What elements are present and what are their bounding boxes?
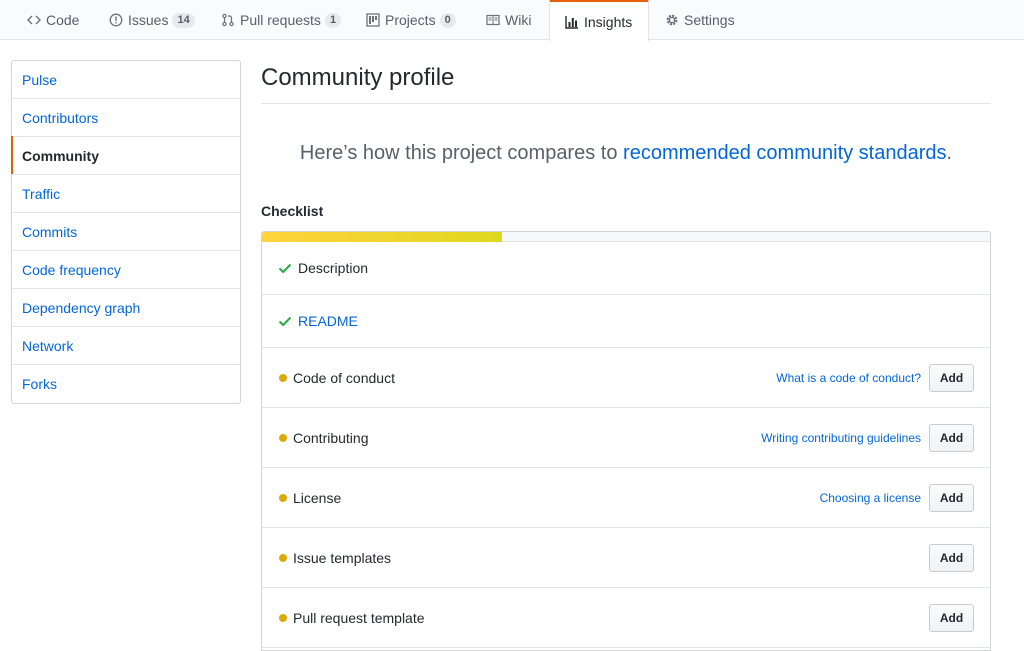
community-lead: Here’s how this project compares to reco… xyxy=(261,142,991,165)
projects-count-badge: 0 xyxy=(439,12,456,28)
tab-label: Settings xyxy=(684,12,735,28)
pending-dot-icon xyxy=(279,493,287,502)
checklist-item-label: License xyxy=(293,489,342,506)
menu-item-traffic[interactable]: Traffic xyxy=(12,175,240,213)
checklist-progress-fill xyxy=(262,232,503,242)
license-help-link[interactable]: Choosing a license xyxy=(820,491,921,505)
checklist-row-description: Description xyxy=(262,242,990,295)
code-icon xyxy=(27,13,41,27)
menu-item-network[interactable]: Network xyxy=(12,327,240,365)
add-code-of-conduct-button[interactable]: Add xyxy=(929,363,974,392)
menu-item-dependency-graph[interactable]: Dependency graph xyxy=(12,289,240,327)
checklist-item-label: Contributing xyxy=(293,429,369,446)
checklist: Description README Code of conduct What … xyxy=(261,231,991,651)
checklist-item-label: Code of conduct xyxy=(293,369,395,386)
checklist-item-label: Description xyxy=(298,260,369,276)
checklist-item-label: Issue templates xyxy=(293,549,392,566)
pull-requests-count-badge: 1 xyxy=(324,12,342,28)
tab-label: Insights xyxy=(584,13,633,30)
checklist-row-code-of-conduct: Code of conduct What is a code of conduc… xyxy=(262,348,990,408)
lead-period: . xyxy=(946,142,953,164)
menu-item-pulse[interactable]: Pulse xyxy=(12,61,240,99)
pull-request-icon xyxy=(221,13,235,27)
title-divider xyxy=(261,103,991,104)
issue-icon xyxy=(109,13,123,27)
pending-dot-icon xyxy=(279,613,287,622)
tab-code[interactable]: Code xyxy=(27,0,79,40)
menu-item-contributors[interactable]: Contributors xyxy=(12,99,240,137)
code-of-conduct-help-link[interactable]: What is a code of conduct? xyxy=(776,371,921,385)
tab-label: Projects xyxy=(385,12,436,28)
tab-label: Code xyxy=(46,12,80,28)
checklist-row-license: License Choosing a license Add xyxy=(262,468,990,528)
add-issue-templates-button[interactable]: Add xyxy=(929,543,974,572)
checklist-progress-bar xyxy=(262,232,990,242)
menu-item-forks[interactable]: Forks xyxy=(12,365,240,403)
checklist-row-contributing: Contributing Writing contributing guidel… xyxy=(262,408,990,468)
tab-label: Wiki xyxy=(505,12,532,28)
insights-menu: Pulse Contributors Community Traffic Com… xyxy=(11,60,241,404)
tab-issues[interactable]: Issues 14 xyxy=(109,0,195,40)
menu-item-code-frequency[interactable]: Code frequency xyxy=(12,251,240,289)
checklist-row-readme: README xyxy=(262,295,990,348)
project-icon xyxy=(366,13,380,27)
add-contributing-button[interactable]: Add xyxy=(929,423,974,452)
checklist-item-label: Pull request template xyxy=(293,609,425,626)
readme-link[interactable]: README xyxy=(298,313,358,329)
menu-item-commits[interactable]: Commits xyxy=(12,213,240,251)
gear-icon xyxy=(665,13,679,27)
tab-wiki[interactable]: Wiki xyxy=(486,0,531,40)
pending-dot-icon xyxy=(279,553,287,562)
tab-label: Issues xyxy=(128,12,169,28)
add-license-button[interactable]: Add xyxy=(929,483,974,512)
checklist-row-issue-templates: Issue templates Add xyxy=(262,528,990,588)
pending-dot-icon xyxy=(279,433,287,442)
add-pull-request-template-button[interactable]: Add xyxy=(929,603,974,632)
tab-label: Pull requests xyxy=(240,12,321,28)
checklist-heading: Checklist xyxy=(261,203,324,219)
check-icon xyxy=(278,314,292,328)
checklist-row-pull-request-template: Pull request template Add xyxy=(262,588,990,648)
menu-item-community[interactable]: Community xyxy=(11,136,240,175)
contributing-help-link[interactable]: Writing contributing guidelines xyxy=(761,431,921,445)
issues-count-badge: 14 xyxy=(172,12,195,28)
pending-dot-icon xyxy=(279,373,287,382)
tab-pull-requests[interactable]: Pull requests 1 xyxy=(221,0,342,40)
repo-nav: Code Issues 14 Pull requests 1 Projects … xyxy=(0,0,1024,41)
tab-projects[interactable]: Projects 0 xyxy=(366,0,456,40)
page-title: Community profile xyxy=(261,64,455,91)
book-icon xyxy=(486,13,500,27)
community-standards-link[interactable]: recommended community standards xyxy=(623,142,946,164)
tab-settings[interactable]: Settings xyxy=(665,0,735,40)
check-icon xyxy=(278,261,292,275)
graph-icon xyxy=(565,15,579,29)
tab-insights[interactable]: Insights xyxy=(549,0,649,41)
lead-text: Here’s how this project compares to xyxy=(299,142,618,164)
